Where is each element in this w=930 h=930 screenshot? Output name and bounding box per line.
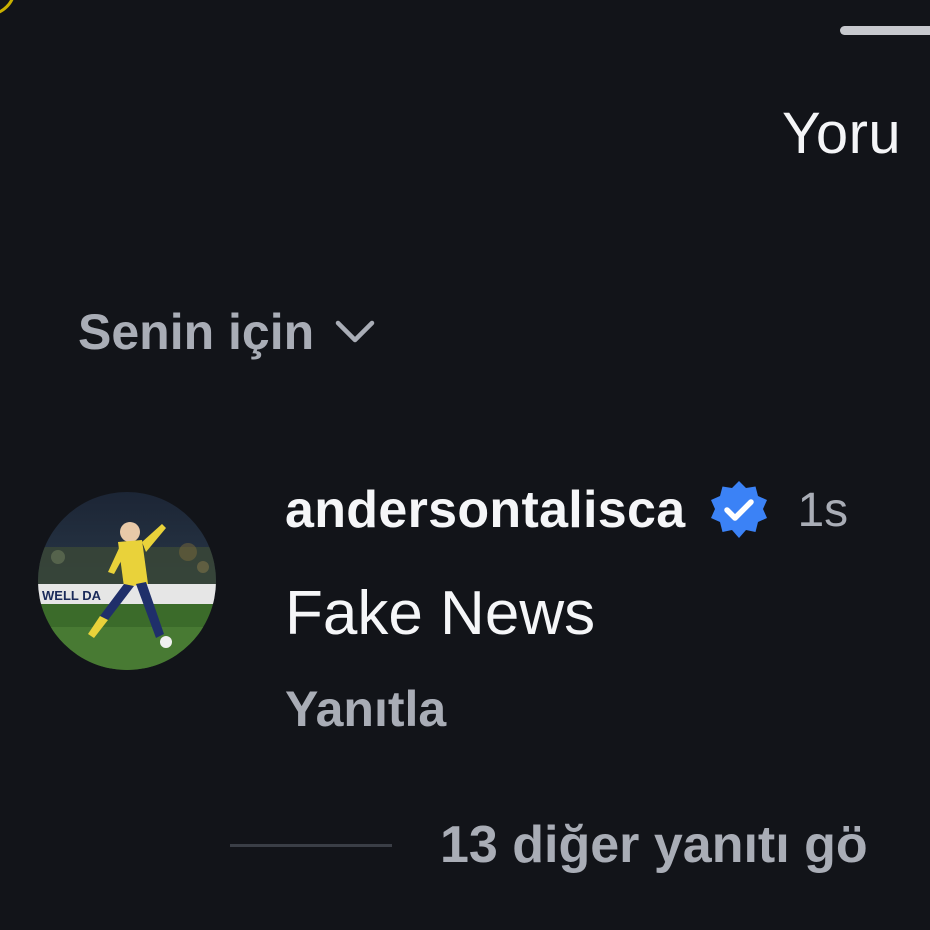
comment-text: Fake News	[285, 579, 596, 648]
sort-label: Senin için	[78, 304, 315, 360]
sheet-drag-handle[interactable]	[840, 26, 930, 35]
verified-badge-icon	[711, 481, 768, 538]
more-replies-label: 13 diğer yanıtı gö	[440, 816, 868, 874]
chevron-down-icon	[335, 320, 375, 343]
sheet-title: Yoru	[782, 101, 902, 166]
comment-header: andersontalisca 1s	[285, 480, 848, 540]
replies-divider	[230, 843, 392, 847]
reply-button[interactable]: Yanıtla	[285, 680, 446, 738]
username[interactable]: andersontalisca	[285, 480, 685, 540]
timestamp: 1s	[797, 483, 849, 537]
comment-item: WELL DA andersontalisca 1s Fake News Yan…	[0, 480, 930, 740]
svg-text:WELL DA: WELL DA	[42, 588, 102, 603]
corner-accent	[0, 0, 16, 16]
avatar[interactable]: WELL DA	[38, 492, 216, 670]
view-more-replies-button[interactable]: 13 diğer yanıtı gö	[230, 812, 868, 878]
sort-dropdown[interactable]: Senin için	[78, 300, 378, 364]
